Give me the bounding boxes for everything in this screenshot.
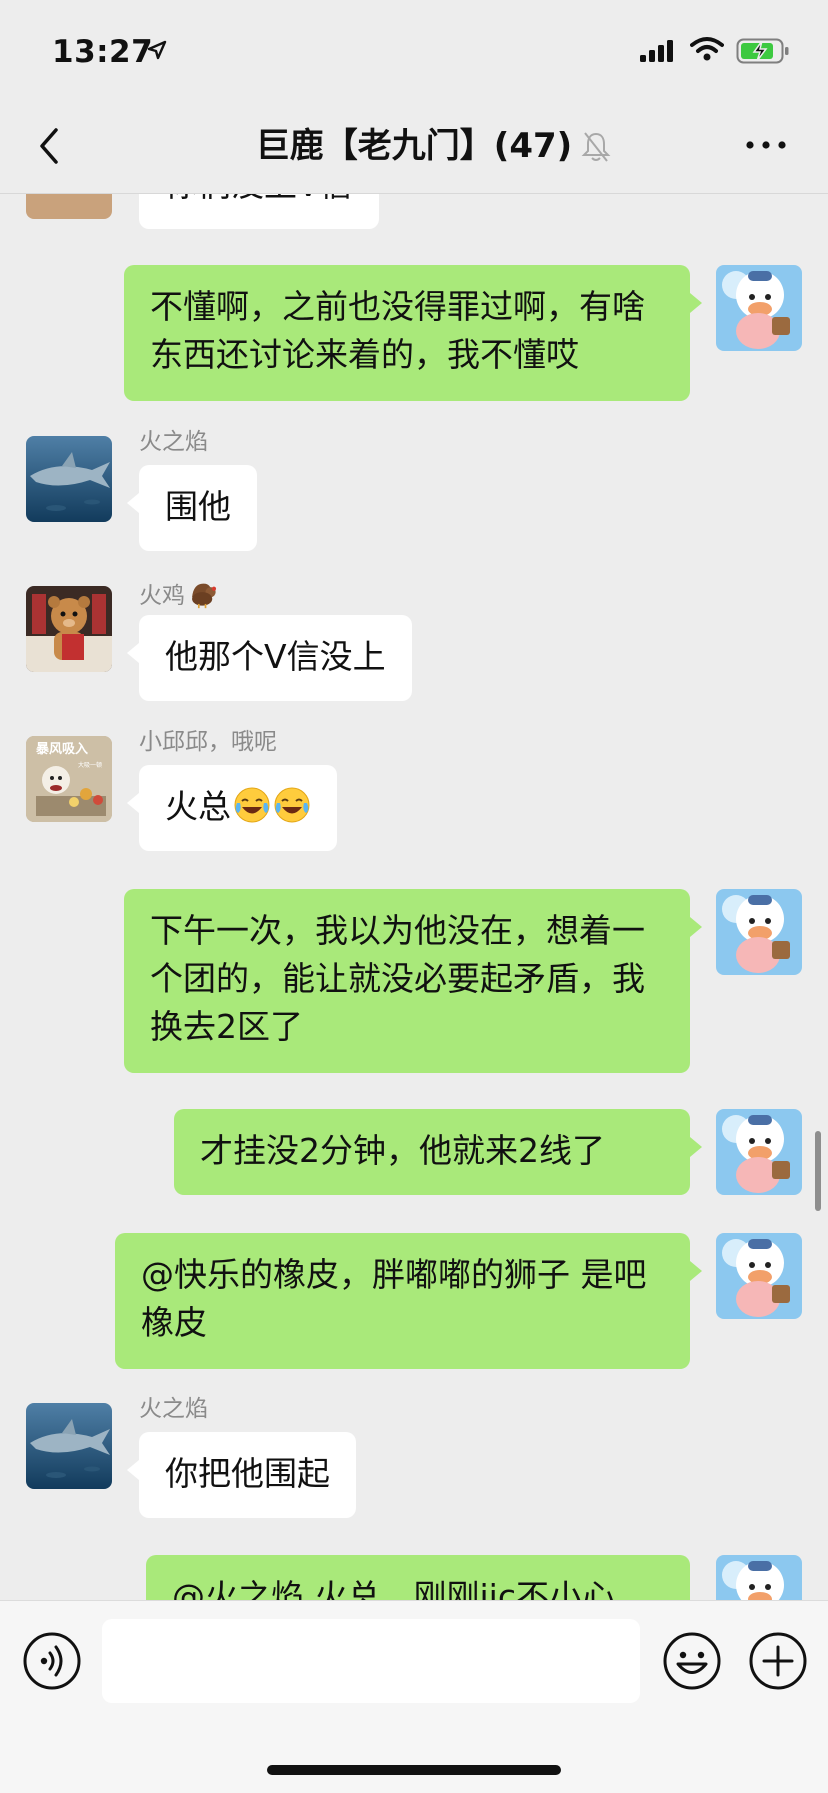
more-icon[interactable] — [744, 130, 788, 160]
avatar[interactable] — [26, 1403, 112, 1489]
avatar[interactable] — [716, 889, 802, 975]
avatar-caption: 暴风吸入 — [36, 742, 89, 757]
signal-icon — [640, 40, 673, 62]
message-bubble[interactable]: 他那个V信没上 — [127, 615, 412, 701]
message-bubble[interactable]: 下午一次，我以为他没在，想着一个团的，能让就没必要起矛盾，我换去2区了 — [124, 889, 702, 1073]
avatar[interactable] — [26, 586, 112, 672]
laugh-cry-emoji-icon — [274, 787, 310, 823]
message-bubble[interactable]: 不懂啊，之前也没得罪过啊，有啥东西还讨论来着的，我不懂哎 — [124, 265, 702, 401]
message-bubble[interactable]: 火总 — [127, 765, 337, 851]
status-bar: 13:27 — [0, 0, 828, 100]
home-indicator[interactable] — [267, 1765, 561, 1775]
message-text: 火总 — [165, 787, 231, 826]
chat-header: 巨鹿【老九门】(47) — [0, 100, 828, 194]
emoji-face-icon[interactable] — [662, 1631, 722, 1691]
location-arrow-icon — [147, 40, 167, 60]
sender-name-text: 火鸡 — [139, 583, 185, 609]
message-bubble[interactable]: 你们没上V信 — [139, 193, 379, 229]
avatar[interactable] — [716, 265, 802, 351]
message-bubble[interactable]: @火之焰 火总，刚刚jjc不小心 — [146, 1555, 690, 1600]
turkey-emoji-icon — [192, 583, 217, 609]
battery-icon — [736, 38, 789, 64]
avatar[interactable] — [716, 1555, 802, 1600]
scrollbar[interactable] — [815, 1131, 821, 1211]
sender-name: 小邱邱，哦呢 — [139, 729, 277, 755]
avatar[interactable]: 暴风吸入 大吸一顿 — [26, 736, 112, 822]
message-bubble[interactable]: 你把他围起 — [127, 1432, 356, 1518]
avatar[interactable] — [716, 1109, 802, 1195]
message-bubble[interactable]: 才挂没2分钟，他就来2线了 — [174, 1109, 702, 1195]
avatar[interactable] — [26, 436, 112, 522]
sender-name: 火鸡 — [139, 577, 219, 611]
chat-area[interactable]: 你们没上V信 不懂啊，之前也没得罪过啊，有啥东西还讨论来着的，我不懂哎 火之焰 … — [0, 193, 828, 1600]
avatar-caption: 大吸一顿 — [78, 762, 103, 769]
avatar[interactable] — [26, 193, 112, 219]
chat-title: 巨鹿【老九门】(47) — [255, 126, 573, 166]
message-bubble[interactable]: @快乐的橡皮，胖嘟嘟的狮子 是吧橡皮 — [115, 1233, 702, 1369]
laugh-cry-emoji-icon — [234, 787, 270, 823]
mute-bell-icon — [581, 132, 611, 162]
avatar[interactable] — [716, 1233, 802, 1319]
sender-name: 火之焰 — [139, 1396, 208, 1422]
message-bubble[interactable]: 围他 — [127, 465, 257, 551]
wifi-icon — [690, 37, 724, 61]
sender-name: 火之焰 — [139, 429, 208, 455]
plus-icon[interactable] — [748, 1631, 808, 1691]
message-input[interactable] — [102, 1619, 640, 1703]
input-bar — [0, 1600, 828, 1793]
voice-icon[interactable] — [22, 1631, 82, 1691]
status-time: 13:27 — [52, 34, 154, 70]
